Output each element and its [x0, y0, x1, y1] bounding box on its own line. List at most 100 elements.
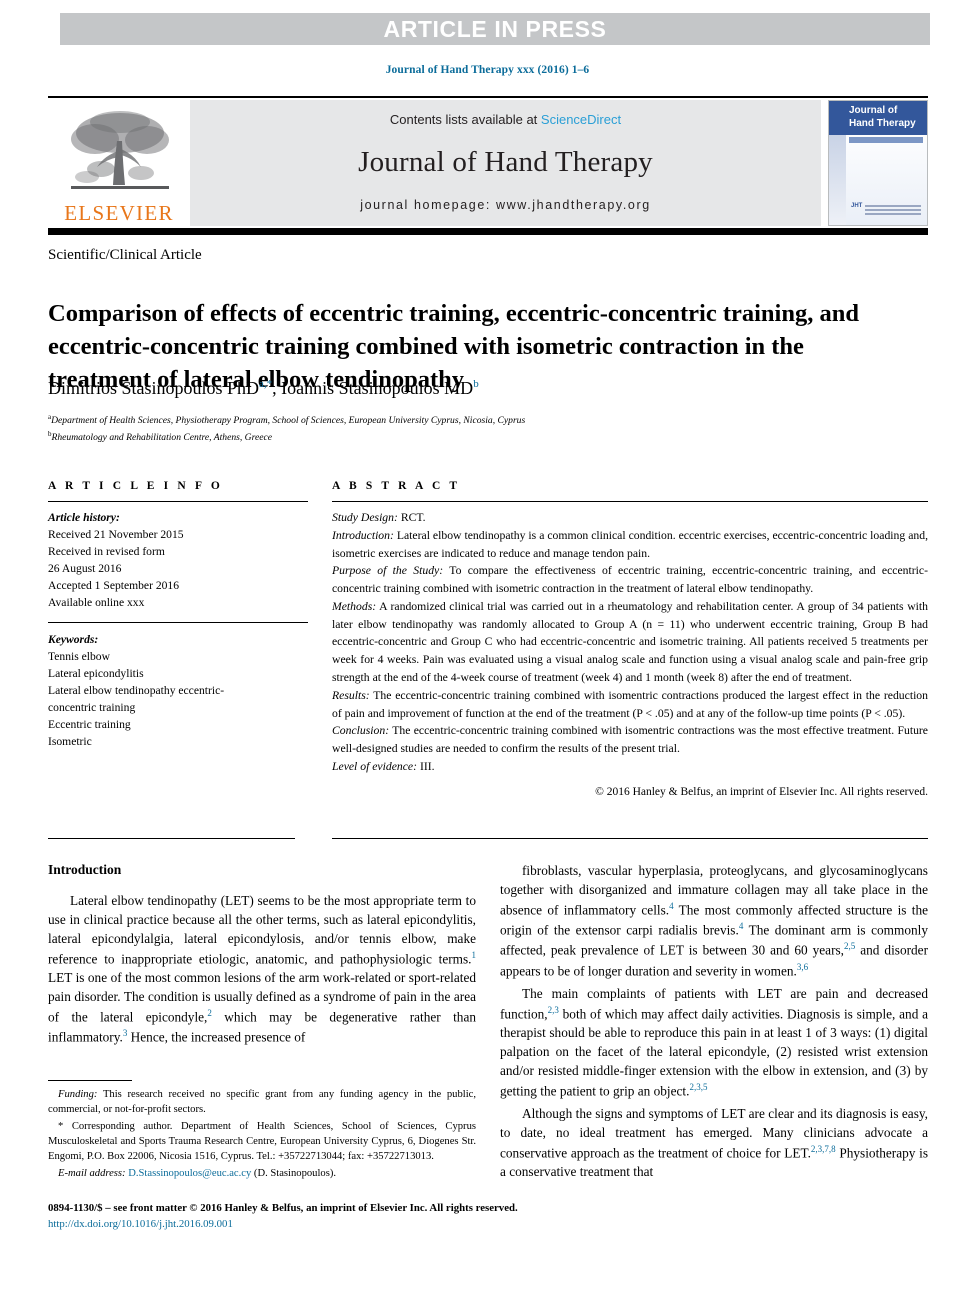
author-1-affiliation-marker[interactable]: a,*	[259, 378, 272, 390]
introduction-paragraphs-continued: fibroblasts, vascular hyperplasia, prote…	[500, 862, 928, 1182]
keywords-block: Keywords: Tennis elbow Lateral epicondyli…	[48, 631, 308, 750]
cover-footer-mark: JHT	[851, 203, 863, 209]
abstract-body: Study Design: RCT. Introduction: Lateral …	[332, 509, 928, 776]
article-history-item: Received 21 November 2015	[48, 528, 184, 542]
abstract-paragraph-text: RCT.	[397, 511, 426, 524]
abstract-paragraph-label: Study Design:	[332, 511, 398, 524]
abstract-paragraph: Study Design: RCT.	[332, 509, 928, 527]
contents-available-line: Contents lists available at ScienceDirec…	[390, 112, 621, 127]
footnote-email-label: E-mail address:	[58, 1167, 126, 1179]
keyword-item: Eccentric training	[48, 718, 131, 732]
keyword-item: Isometric	[48, 735, 92, 749]
citation-reference[interactable]: 2	[207, 1008, 212, 1018]
affiliation-a-text: Department of Health Sciences, Physiothe…	[51, 415, 526, 427]
body-column-left: Introduction Lateral elbow tendinopathy …	[48, 862, 476, 1051]
abstract-paragraph-text: The eccentric-concentric training combin…	[332, 688, 928, 720]
cover-spine	[829, 135, 846, 225]
article-history-item: 26 August 2016	[48, 562, 122, 576]
body-paragraph: Lateral elbow tendinopathy (LET) seems t…	[48, 893, 477, 1045]
journal-title: Journal of Hand Therapy	[358, 146, 653, 178]
keyword-item: Lateral elbow tendinopathy eccentric-	[48, 684, 225, 698]
contents-prefix: Contents lists available at	[389, 112, 541, 127]
masthead-bottom-rule	[48, 228, 928, 235]
keywords-divider	[48, 622, 308, 624]
affiliation-list: aDepartment of Health Sciences, Physioth…	[48, 412, 893, 446]
author-name-2: Ioannis Stasinopoulos MD	[281, 378, 474, 398]
sciencedirect-link[interactable]: ScienceDirect	[541, 112, 621, 127]
footnote-email: E-mail address: D.Stassinopoulos@euc.ac.…	[48, 1166, 476, 1181]
author-separator: ,	[272, 378, 282, 398]
body-paragraph: fibroblasts, vascular hyperplasia, prote…	[500, 863, 929, 979]
abstract-paragraph-label: Methods:	[332, 599, 377, 613]
abstract-paragraph-text: The eccentric-concentric training combin…	[332, 724, 928, 756]
footnote-corresponding-author: * Corresponding author. Department of He…	[48, 1120, 476, 1163]
abstract-heading: A B S T R A C T	[332, 480, 461, 492]
keyword-item: concentric training	[48, 701, 136, 715]
article-in-press-label: ARTICLE IN PRESS	[383, 15, 607, 42]
footnote-email-suffix: (D. Stasinopoulos).	[251, 1167, 337, 1179]
body-column-right: fibroblasts, vascular hyperplasia, prote…	[500, 862, 928, 1186]
contents-panel: Contents lists available at ScienceDirec…	[190, 100, 821, 226]
journal-masthead: ELSEVIER Contents lists available at Sci…	[48, 100, 928, 226]
elsevier-wordmark: ELSEVIER	[64, 201, 174, 225]
citation-reference[interactable]: 2,3,5	[689, 1082, 707, 1092]
article-history-item: Received in revised form	[48, 545, 165, 559]
journal-homepage-link[interactable]: journal homepage: www.jhandtherapy.org	[360, 198, 651, 212]
introduction-paragraphs: Lateral elbow tendinopathy (LET) seems t…	[48, 892, 476, 1047]
article-info-divider	[48, 501, 308, 502]
footnote-funding-label: Funding:	[58, 1089, 98, 1100]
affiliation-b-text: Rheumatology and Rehabilitation Centre, …	[51, 431, 273, 443]
article-in-press-banner: ARTICLE IN PRESS	[60, 13, 930, 45]
citation-reference[interactable]: 4	[669, 901, 674, 911]
abstract-paragraph: Level of evidence: III.	[332, 758, 928, 776]
citation-reference[interactable]: 2,5	[844, 941, 855, 951]
section-heading-introduction: Introduction	[48, 862, 122, 877]
footnote-email-link[interactable]: D.Stassinopoulos@euc.ac.cy	[128, 1168, 251, 1179]
abstract-paragraph-label: Purpose of the Study:	[332, 564, 444, 578]
author-2-affiliation-marker[interactable]: b	[473, 378, 479, 390]
article-history-list: Received 21 November 2015 Received in rev…	[48, 526, 308, 611]
elsevier-logo: ELSEVIER	[48, 100, 190, 226]
citation-reference[interactable]: 1	[472, 950, 477, 960]
footnote-rule	[48, 1080, 132, 1081]
cover-title: Journal of Hand Therapy	[849, 105, 916, 131]
abstract-section: A B S T R A C T Study Design: RCT. Introd…	[332, 480, 928, 798]
citation-reference[interactable]: 3	[123, 1028, 128, 1038]
abstract-paragraph-label: Conclusion:	[332, 724, 390, 738]
citation-reference[interactable]: 4	[739, 921, 744, 931]
citation-reference[interactable]: 2,3	[548, 1005, 559, 1015]
masthead-top-rule	[48, 96, 928, 98]
abstract-paragraph-text: Lateral elbow tendinopathy is a common c…	[332, 528, 928, 560]
footnote-funding: Funding: This research received no speci…	[48, 1087, 476, 1118]
citation-reference[interactable]: 3,6	[797, 962, 808, 972]
article-type-label: Scientific/Clinical Article	[48, 247, 202, 263]
article-info-section: A R T I C L E I N F O Article history: R…	[48, 480, 308, 750]
footer-doi-link[interactable]: http://dx.doi.org/10.1016/j.jht.2016.09.…	[48, 1216, 928, 1232]
article-history-label: Article history:	[48, 511, 120, 524]
cover-footer-lines	[865, 205, 921, 217]
abstract-paragraph: Conclusion: The eccentric-concentric tra…	[332, 722, 928, 758]
elsevier-tree-icon	[65, 107, 173, 203]
abstract-paragraph-label: Introduction:	[332, 528, 394, 542]
article-history-block: Article history: Received 21 November 20…	[48, 509, 308, 611]
body-paragraph: The main complaints of patients with LET…	[500, 985, 928, 1099]
running-head-citation: Journal of Hand Therapy xxx (2016) 1–6	[385, 64, 590, 76]
keyword-item: Lateral epicondylitis	[48, 667, 144, 681]
cover-title-line1: Journal of	[849, 105, 898, 116]
keyword-item: Tennis elbow	[48, 650, 110, 664]
keywords-label: Keywords:	[48, 633, 99, 647]
affiliation-b: bRheumatology and Rehabilitation Centre,…	[48, 429, 893, 446]
article-history-item: Accepted 1 September 2016	[48, 579, 180, 593]
journal-cover-thumbnail[interactable]: Journal of Hand Therapy JHT	[828, 100, 928, 226]
abstract-divider	[332, 501, 928, 502]
abstract-paragraph: Purpose of the Study: To compare the eff…	[332, 562, 928, 598]
footer-issn-line: 0894-1130/$ – see front matter © 2016 Ha…	[48, 1202, 518, 1214]
article-history-item: Available online xxx	[48, 596, 145, 610]
article-info-heading: A R T I C L E I N F O	[48, 480, 223, 492]
citation-reference[interactable]: 2,3,7,8	[811, 1144, 836, 1154]
abstract-paragraph-text: III.	[417, 759, 435, 773]
abstract-paragraph: Results: The eccentric-concentric traini…	[332, 687, 928, 723]
body-paragraph: Although the signs and symptoms of LET a…	[500, 1106, 928, 1180]
abstract-paragraph-label: Results:	[332, 688, 370, 702]
abstract-paragraph-label: Level of evidence:	[332, 759, 418, 773]
